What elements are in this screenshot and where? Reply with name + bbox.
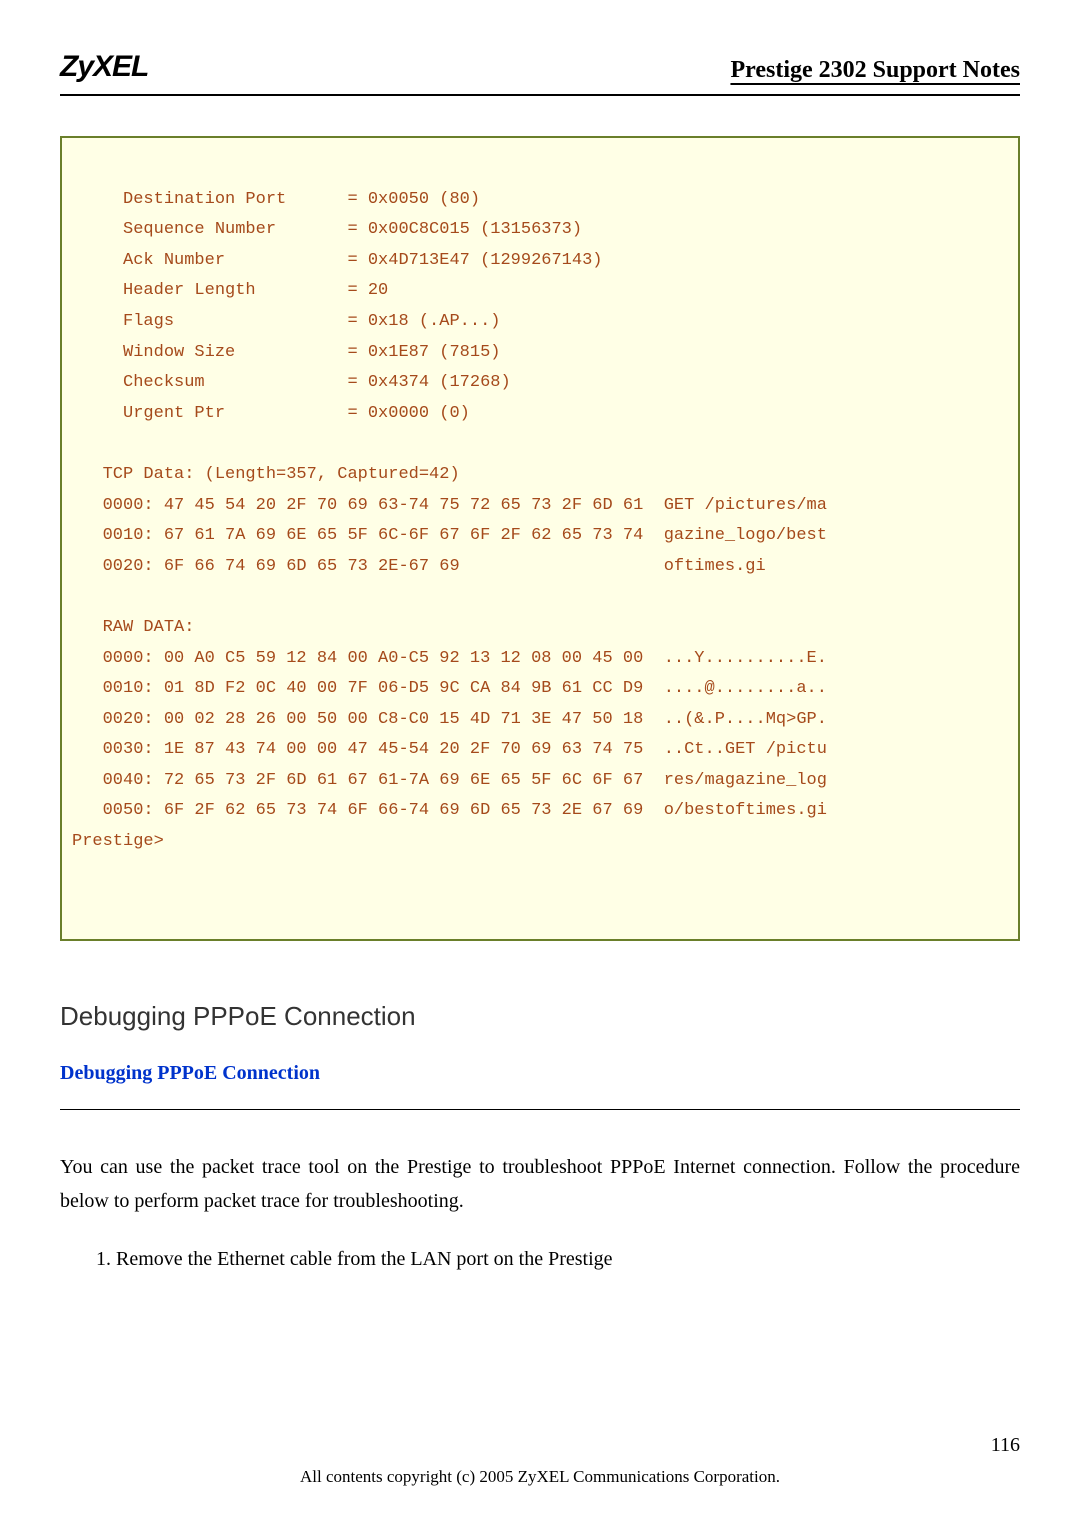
footer-copyright: All contents copyright (c) 2005 ZyXEL Co… [0, 1467, 1080, 1487]
code-block: Destination Port = 0x0050 (80) Sequence … [60, 136, 1020, 941]
code-line: 0050: 6F 2F 62 65 73 74 6F 66-74 69 6D 6… [72, 801, 827, 820]
code-line: Sequence Number = 0x00C8C015 (13156373) [72, 220, 582, 239]
code-line: 0010: 01 8D F2 0C 40 00 7F 06-D5 9C CA 8… [72, 679, 827, 698]
code-line: Window Size = 0x1E87 (7815) [72, 343, 500, 362]
code-line: RAW DATA: [72, 618, 194, 637]
code-line: Urgent Ptr = 0x0000 (0) [72, 404, 470, 423]
brand-logo: ZyXEL [60, 50, 148, 84]
code-line: Checksum = 0x4374 (17268) [72, 373, 511, 392]
code-line: Ack Number = 0x4D713E47 (1299267143) [72, 251, 603, 270]
code-line: 0020: 00 02 28 26 00 50 00 C8-C0 15 4D 7… [72, 710, 827, 729]
code-line: 0040: 72 65 73 2F 6D 61 67 61-7A 69 6E 6… [72, 771, 827, 790]
code-line: Prestige> [72, 832, 164, 851]
code-line: 0000: 00 A0 C5 59 12 84 00 A0-C5 92 13 1… [72, 649, 827, 668]
section-subheading: Debugging PPPoE Connection [60, 1062, 1020, 1085]
code-line: 0020: 6F 66 74 69 6D 65 73 2E-67 69 ofti… [72, 557, 766, 576]
header-divider [60, 94, 1020, 96]
list-item: 1. Remove the Ethernet cable from the LA… [96, 1248, 1020, 1271]
code-line: 0030: 1E 87 43 74 00 00 47 45-54 20 2F 7… [72, 740, 827, 759]
code-line: TCP Data: (Length=357, Captured=42) [72, 465, 460, 484]
section-divider [60, 1109, 1020, 1110]
page-header: ZyXEL Prestige 2302 Support Notes [60, 50, 1020, 88]
code-line: 0000: 47 45 54 20 2F 70 69 63-74 75 72 6… [72, 496, 827, 515]
page-number: 116 [991, 1434, 1020, 1457]
body-paragraph: You can use the packet trace tool on the… [60, 1150, 1020, 1218]
code-line: 0010: 67 61 7A 69 6E 65 5F 6C-6F 67 6F 2… [72, 526, 827, 545]
page-title: Prestige 2302 Support Notes [730, 57, 1020, 84]
section-heading: Debugging PPPoE Connection [60, 1001, 1020, 1032]
code-line: Flags = 0x18 (.AP...) [72, 312, 500, 331]
code-line: Header Length = 20 [72, 281, 388, 300]
code-line: Destination Port = 0x0050 (80) [72, 190, 480, 209]
